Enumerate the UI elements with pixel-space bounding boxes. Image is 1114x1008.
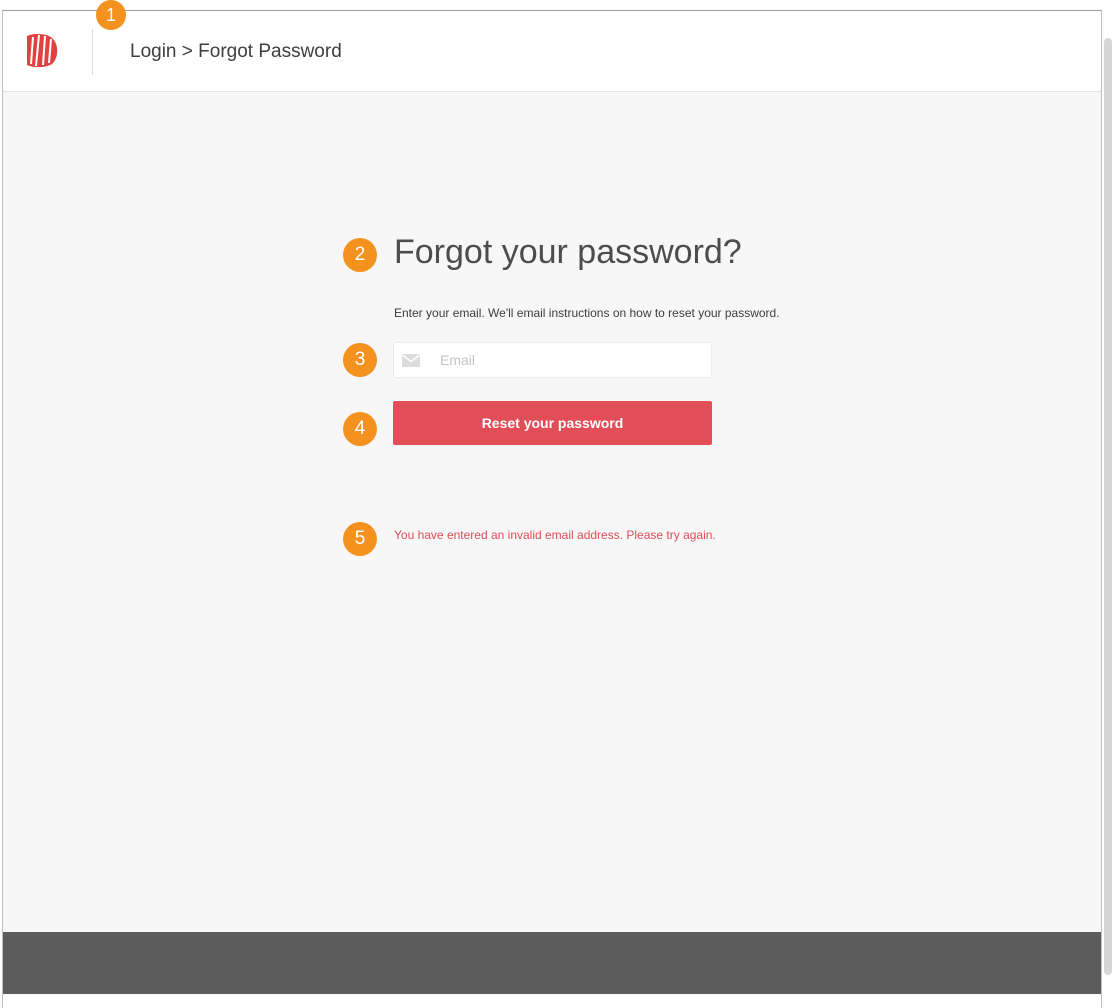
scrollbar[interactable]	[1104, 38, 1112, 975]
callout-badge-1: 1	[96, 0, 126, 30]
bottom-strip	[3, 994, 1101, 1008]
email-field[interactable]	[393, 342, 712, 378]
instructions-text: Enter your email. We'll email instructio…	[394, 306, 780, 320]
footer	[3, 932, 1101, 994]
callout-badge-5: 5	[343, 522, 377, 556]
callout-badge-3: 3	[343, 343, 377, 377]
page-title: Forgot your password?	[394, 233, 742, 271]
app-window: Login > Forgot Password Forgot your pass…	[2, 10, 1102, 1008]
reset-password-button[interactable]: Reset your password	[393, 401, 712, 445]
error-message: You have entered an invalid email addres…	[394, 528, 716, 542]
callout-badge-2: 2	[343, 238, 377, 272]
brand-logo-icon[interactable]	[22, 30, 62, 70]
topbar-divider	[92, 29, 93, 75]
mail-icon	[402, 354, 420, 367]
top-bar: Login > Forgot Password	[3, 11, 1101, 92]
callout-badge-4: 4	[343, 412, 377, 446]
email-input[interactable]	[440, 343, 700, 377]
breadcrumb[interactable]: Login > Forgot Password	[130, 41, 342, 63]
